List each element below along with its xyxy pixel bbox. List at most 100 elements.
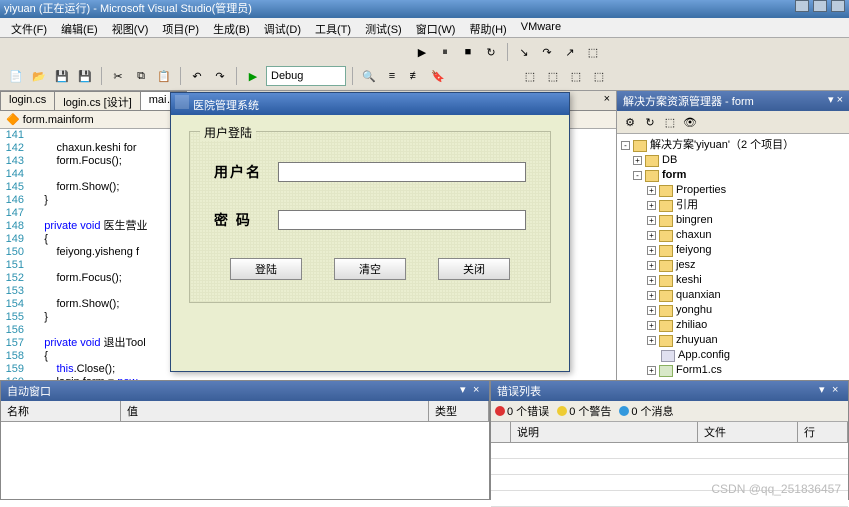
- autos-close-icon[interactable]: ×: [473, 384, 483, 394]
- expand-icon[interactable]: +: [647, 231, 656, 240]
- autos-grid[interactable]: [1, 422, 489, 499]
- copy-icon[interactable]: ⧉: [131, 66, 151, 86]
- menu-window[interactable]: 窗口(W): [411, 20, 461, 35]
- tree-item-zhiliao[interactable]: +zhiliao: [619, 318, 847, 333]
- menu-file[interactable]: 文件(F): [6, 20, 52, 35]
- debug-restart-icon[interactable]: ↻: [481, 42, 501, 62]
- save-all-icon[interactable]: 💾: [75, 66, 95, 86]
- sol-view-icon[interactable]: 👁: [681, 113, 699, 131]
- comment-icon[interactable]: ≡: [382, 66, 402, 86]
- step-over-icon[interactable]: ↷: [537, 42, 557, 62]
- expand-icon[interactable]: +: [647, 276, 656, 285]
- expand-icon[interactable]: +: [647, 201, 656, 210]
- menu-help[interactable]: 帮助(H): [464, 20, 511, 35]
- tab-login-design[interactable]: login.cs [设计]: [54, 91, 140, 110]
- tree-item-yonghu[interactable]: +yonghu: [619, 303, 847, 318]
- autos-pin-icon[interactable]: ▾: [460, 383, 470, 393]
- menu-build[interactable]: 生成(B): [208, 20, 255, 35]
- col-desc[interactable]: 说明: [511, 422, 698, 442]
- start-icon[interactable]: ▶: [243, 66, 263, 86]
- expand-icon[interactable]: +: [647, 291, 656, 300]
- sol-properties-icon[interactable]: ⚙: [621, 113, 639, 131]
- save-icon[interactable]: 💾: [52, 66, 72, 86]
- step-out-icon[interactable]: ↗: [560, 42, 580, 62]
- error-grid[interactable]: [491, 443, 848, 507]
- expand-icon[interactable]: +: [647, 366, 656, 375]
- menu-debug[interactable]: 调试(D): [259, 20, 306, 35]
- expand-icon[interactable]: +: [647, 321, 656, 330]
- maximize-button[interactable]: [813, 0, 827, 12]
- tree-item-DB[interactable]: +DB: [619, 153, 847, 168]
- err-pin-icon[interactable]: ▾: [819, 383, 829, 393]
- sol-icon-2[interactable]: ⬚: [543, 66, 563, 86]
- expand-icon[interactable]: +: [647, 246, 656, 255]
- tree-item-chaxun[interactable]: +chaxun: [619, 228, 847, 243]
- expand-icon[interactable]: +: [647, 306, 656, 315]
- close-pane-icon[interactable]: ×: [837, 94, 843, 106]
- col-file[interactable]: 文件: [698, 422, 798, 442]
- new-project-icon[interactable]: 📄: [6, 66, 26, 86]
- col-value[interactable]: 值: [121, 401, 429, 421]
- login-button[interactable]: 登陆: [230, 258, 302, 280]
- expand-icon[interactable]: +: [647, 186, 656, 195]
- menu-project[interactable]: 项目(P): [157, 20, 204, 35]
- sol-icon-1[interactable]: ⬚: [520, 66, 540, 86]
- tab-close-icon[interactable]: ×: [598, 91, 616, 110]
- password-input[interactable]: [278, 210, 526, 230]
- tree-item-jesz[interactable]: +jesz: [619, 258, 847, 273]
- clear-button[interactable]: 清空: [334, 258, 406, 280]
- find-icon[interactable]: 🔍: [359, 66, 379, 86]
- menu-tools[interactable]: 工具(T): [310, 20, 356, 35]
- col-name[interactable]: 名称: [1, 401, 121, 421]
- expand-icon[interactable]: +: [633, 156, 642, 165]
- cut-icon[interactable]: ✂: [108, 66, 128, 86]
- bookmark-icon[interactable]: 🔖: [428, 66, 448, 86]
- warnings-filter[interactable]: 0 个警告: [557, 403, 611, 419]
- tree-item-Properties[interactable]: +Properties: [619, 183, 847, 198]
- uncomment-icon[interactable]: ≢: [405, 66, 425, 86]
- sol-icon-4[interactable]: ⬚: [589, 66, 609, 86]
- close-button[interactable]: 关闭: [438, 258, 510, 280]
- messages-filter[interactable]: 0 个消息: [619, 403, 673, 419]
- hex-icon[interactable]: ⬚: [583, 42, 603, 62]
- tree-item-zhuyuan[interactable]: +zhuyuan: [619, 333, 847, 348]
- username-input[interactable]: [278, 162, 526, 182]
- debug-stop-icon[interactable]: ■: [458, 42, 478, 62]
- config-combo[interactable]: Debug: [266, 66, 346, 86]
- tree-item-feiyong[interactable]: +feiyong: [619, 243, 847, 258]
- sol-refresh-icon[interactable]: ↻: [641, 113, 659, 131]
- dialog-titlebar[interactable]: 医院管理系统: [171, 93, 569, 115]
- expand-icon[interactable]: -: [633, 171, 642, 180]
- tab-login-cs[interactable]: login.cs: [0, 91, 55, 110]
- paste-icon[interactable]: 📋: [154, 66, 174, 86]
- col-type[interactable]: 类型: [429, 401, 489, 421]
- menu-test[interactable]: 测试(S): [360, 20, 407, 35]
- undo-icon[interactable]: ↶: [187, 66, 207, 86]
- tree-item-引用[interactable]: +引用: [619, 198, 847, 213]
- col-line[interactable]: 行: [798, 422, 848, 442]
- tree-item-quanxian[interactable]: +quanxian: [619, 288, 847, 303]
- debug-pause-icon[interactable]: ⏸: [435, 42, 455, 62]
- menu-view[interactable]: 视图(V): [107, 20, 154, 35]
- tree-item-App.config[interactable]: App.config: [619, 348, 847, 363]
- tree-item-form[interactable]: -form: [619, 168, 847, 183]
- close-button[interactable]: [831, 0, 845, 12]
- menu-edit[interactable]: 编辑(E): [56, 20, 103, 35]
- expand-icon[interactable]: +: [647, 336, 656, 345]
- sol-icon-3[interactable]: ⬚: [566, 66, 586, 86]
- step-into-icon[interactable]: ↘: [514, 42, 534, 62]
- pin-icon[interactable]: ▾: [828, 94, 834, 106]
- tree-item-keshi[interactable]: +keshi: [619, 273, 847, 288]
- tree-item-Form1.cs[interactable]: +Form1.cs: [619, 363, 847, 378]
- open-icon[interactable]: 📂: [29, 66, 49, 86]
- redo-icon[interactable]: ↷: [210, 66, 230, 86]
- minimize-button[interactable]: [795, 0, 809, 12]
- solution-root[interactable]: -解决方案'yiyuan'（2 个项目）: [619, 138, 847, 153]
- tree-item-bingren[interactable]: +bingren: [619, 213, 847, 228]
- expand-icon[interactable]: +: [647, 216, 656, 225]
- sol-showall-icon[interactable]: ⬚: [661, 113, 679, 131]
- expand-icon[interactable]: +: [647, 261, 656, 270]
- menu-vmware[interactable]: VMware: [516, 20, 566, 35]
- debug-continue-icon[interactable]: ▶: [412, 42, 432, 62]
- err-close-icon[interactable]: ×: [832, 384, 842, 394]
